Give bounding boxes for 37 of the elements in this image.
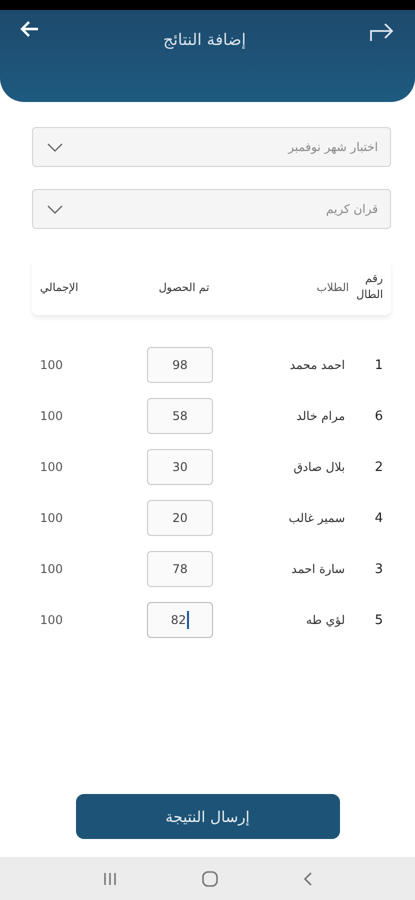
score-input[interactable]: 98 bbox=[147, 347, 213, 383]
student-number: 5 bbox=[374, 612, 384, 628]
recents-icon[interactable] bbox=[102, 872, 118, 886]
total-score: 100 bbox=[39, 511, 64, 525]
student-number: 1 bbox=[374, 358, 384, 372]
submit-button[interactable]: إرسال النتيجة bbox=[76, 794, 340, 839]
total-score: 100 bbox=[39, 562, 64, 576]
score-input[interactable]: 20 bbox=[147, 500, 213, 536]
chevron-down-icon bbox=[47, 204, 63, 214]
column-header: الطلاب bbox=[316, 280, 350, 294]
student-number: 3 bbox=[374, 562, 384, 576]
student-number: 6 bbox=[374, 408, 384, 424]
total-score: 100 bbox=[39, 409, 64, 423]
back-icon[interactable] bbox=[303, 870, 314, 886]
chevron-down-icon bbox=[47, 142, 63, 152]
column-header: الإجمالي bbox=[39, 280, 80, 294]
column-header: تم الحصول bbox=[158, 280, 210, 294]
student-name: بلال صادق bbox=[292, 460, 346, 474]
total-score: 100 bbox=[39, 460, 64, 474]
student-number: 4 bbox=[374, 510, 384, 526]
total-score: 100 bbox=[39, 613, 64, 627]
score-input[interactable]: 78 bbox=[147, 551, 213, 587]
student-name: مرام خالد bbox=[295, 409, 346, 423]
page-title: إضافة النتائج bbox=[163, 30, 246, 49]
home-icon[interactable] bbox=[201, 870, 220, 888]
student-number: 2 bbox=[374, 460, 384, 474]
text-cursor bbox=[187, 611, 190, 629]
student-name: سارة احمد bbox=[290, 562, 346, 576]
student-name: احمد محمد bbox=[288, 358, 346, 372]
score-input[interactable]: 30 bbox=[147, 449, 213, 485]
column-header: رقم الطال bbox=[359, 270, 384, 303]
score-input[interactable]: 58 bbox=[147, 398, 213, 434]
student-name: سمير غالب bbox=[288, 511, 346, 525]
score-input[interactable]: 82 bbox=[147, 602, 213, 638]
back-arrow-icon[interactable] bbox=[20, 20, 40, 38]
student-name: لؤي طه bbox=[304, 613, 346, 627]
total-score: 100 bbox=[39, 358, 64, 372]
